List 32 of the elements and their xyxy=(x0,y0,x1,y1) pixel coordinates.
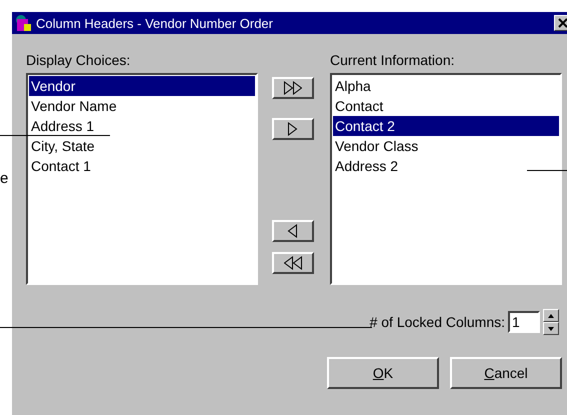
move-button[interactable] xyxy=(272,220,314,242)
list-item[interactable]: Alpha xyxy=(333,76,559,96)
locked-columns-field[interactable]: 1 xyxy=(508,311,540,333)
ok-button[interactable]: OK xyxy=(327,357,439,389)
down-arrow-icon xyxy=(548,326,554,330)
move-button[interactable] xyxy=(272,252,314,274)
list-item[interactable]: Contact 2 xyxy=(333,116,559,136)
annotation-text: e xyxy=(0,170,8,187)
list-item[interactable]: Contact 1 xyxy=(29,156,255,176)
list-item[interactable]: Address 1 xyxy=(29,116,255,136)
list-item[interactable]: Vendor xyxy=(29,76,255,96)
list-label: Display Choices: xyxy=(26,52,132,68)
leader-line xyxy=(527,170,567,171)
list-item[interactable]: Vendor Class xyxy=(333,136,559,156)
window-title: Column Headers - Vendor Number Order xyxy=(36,16,274,30)
list-item[interactable]: Vendor Name xyxy=(29,96,255,116)
move-button[interactable] xyxy=(272,118,314,140)
list-label: Current Information: xyxy=(330,52,456,68)
spin-up-button[interactable] xyxy=(543,309,559,322)
spin-down-button[interactable] xyxy=(543,322,559,335)
up-arrow-icon xyxy=(548,314,554,318)
double-left-triangle-icon xyxy=(284,255,302,271)
close-icon xyxy=(558,18,567,28)
close-button[interactable] xyxy=(554,15,567,31)
move-button[interactable] xyxy=(272,77,314,99)
cancel-button[interactable]: Cancel xyxy=(450,357,562,389)
app-icon xyxy=(14,14,32,32)
list-item[interactable]: City, State xyxy=(29,136,255,156)
list-item[interactable]: Contact xyxy=(333,96,559,116)
list-item[interactable]: Address 2 xyxy=(333,156,559,176)
locked-columns-label: # of Locked Columns: xyxy=(370,314,505,330)
double-right-triangle-icon xyxy=(284,80,302,96)
